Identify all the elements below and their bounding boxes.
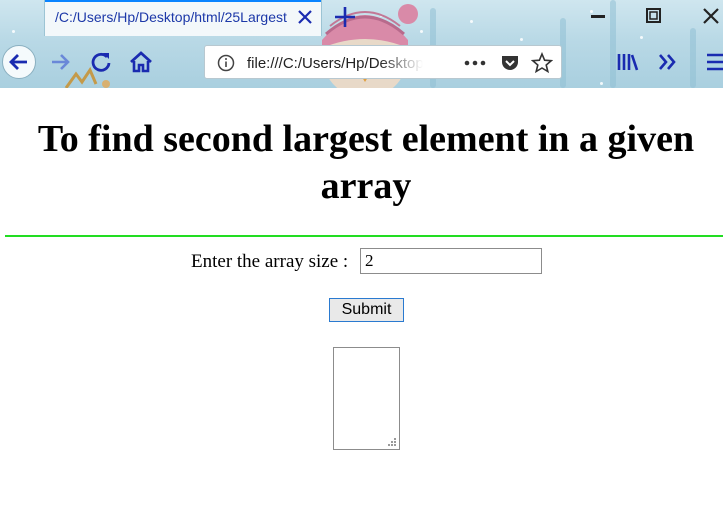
array-size-row: Enter the array size : [0, 248, 723, 274]
resize-grip-icon[interactable] [388, 438, 397, 447]
snowflake [520, 38, 523, 41]
plus-icon[interactable] [332, 3, 358, 31]
close-icon[interactable] [295, 6, 315, 28]
star-icon[interactable] [531, 52, 553, 74]
minimize-icon[interactable] [586, 4, 610, 28]
array-size-label: Enter the array size : [191, 251, 349, 272]
browser-chrome: /C:/Users/Hp/Desktop/html/25Largest file… [0, 0, 723, 88]
restore-icon[interactable] [642, 4, 666, 28]
snowflake [640, 36, 643, 39]
array-size-input[interactable] [360, 248, 542, 274]
tab-title: /C:/Users/Hp/Desktop/html/25Largest [55, 9, 287, 25]
url-text[interactable]: file:///C:/Users/Hp/Desktop/html/25Large… [247, 55, 423, 72]
close-window-icon[interactable] [699, 4, 723, 28]
reload-icon[interactable] [86, 47, 116, 77]
snowflake [470, 20, 473, 23]
tab-active-indicator [45, 0, 321, 2]
arrow-right-icon[interactable] [46, 47, 76, 77]
library-icon[interactable] [613, 47, 643, 77]
home-icon[interactable] [126, 47, 156, 77]
info-icon[interactable] [217, 54, 235, 72]
chevrons-icon[interactable] [653, 47, 683, 77]
page-content: To find second largest element in a give… [0, 88, 723, 530]
pocket-icon[interactable] [499, 52, 521, 74]
snowflake [12, 30, 15, 33]
background-tree [690, 28, 696, 88]
divider [5, 235, 723, 237]
browser-tab[interactable]: /C:/Users/Hp/Desktop/html/25Largest [44, 0, 322, 36]
page-title: To find second largest element in a give… [37, 118, 695, 207]
more-icon[interactable] [463, 53, 487, 73]
address-bar[interactable]: file:///C:/Users/Hp/Desktop/html/25Large… [204, 45, 562, 79]
hamburger-icon[interactable] [703, 47, 723, 77]
output-textarea[interactable] [333, 347, 400, 450]
snowflake [600, 82, 603, 85]
submit-button[interactable]: Submit [329, 298, 404, 322]
arrow-left-icon[interactable] [4, 47, 34, 77]
